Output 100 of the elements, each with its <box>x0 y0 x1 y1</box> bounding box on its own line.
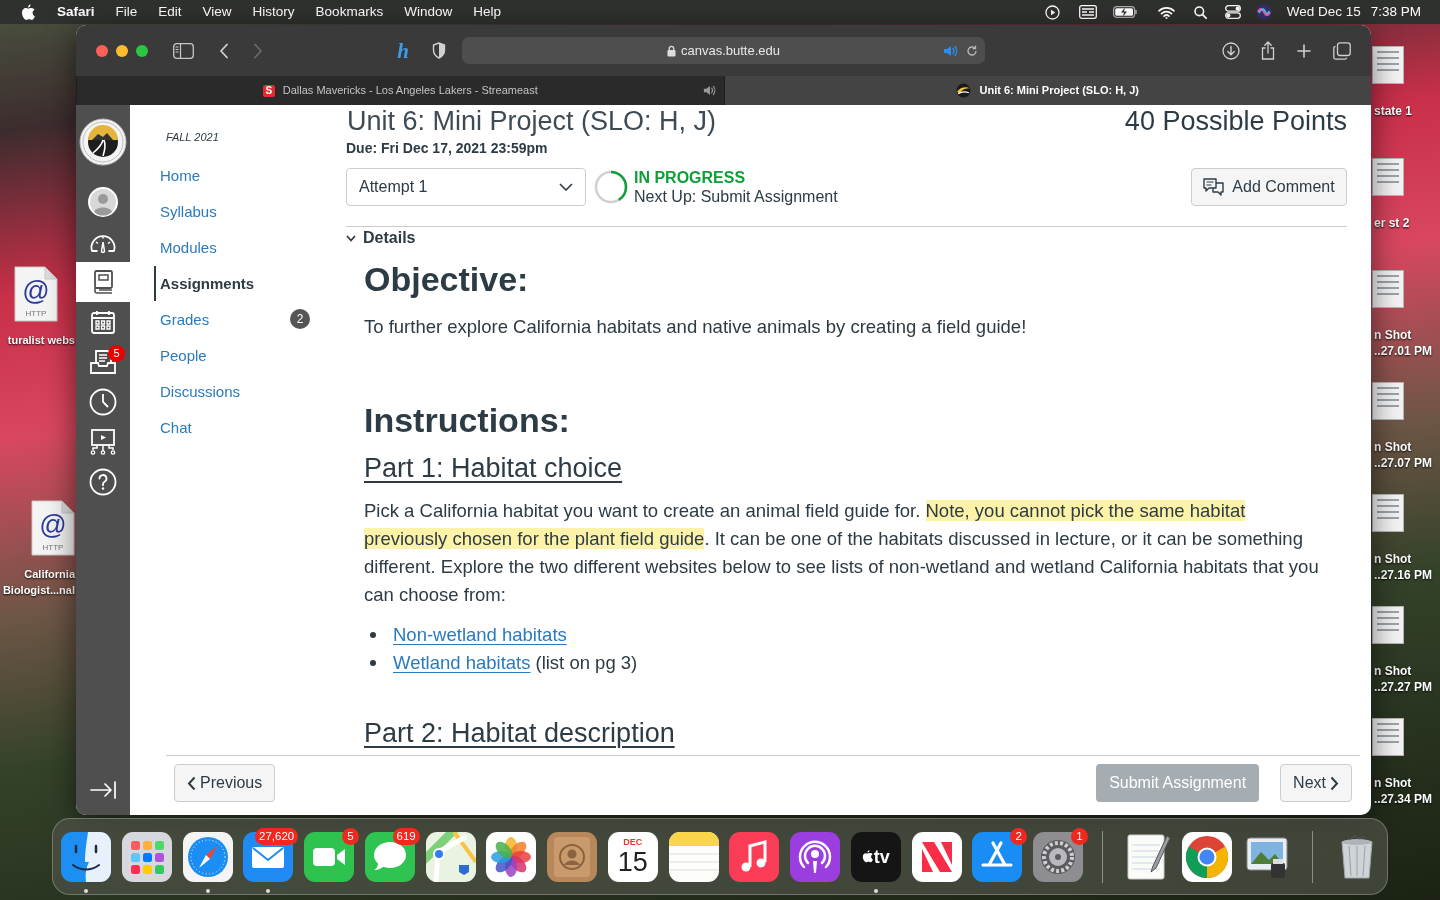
due-date: Due: Fri Dec 17, 2021 23:59pm <box>346 140 548 156</box>
wifi-icon[interactable] <box>1157 5 1175 19</box>
text-window-icon[interactable] <box>1078 5 1097 19</box>
speaker-icon[interactable] <box>702 85 716 96</box>
menu-item[interactable]: Bookmarks <box>315 0 384 24</box>
app-store-icon[interactable] <box>972 831 1023 882</box>
menu-item[interactable]: Help <box>473 0 501 24</box>
course-nav-link[interactable]: Syllabus <box>154 193 217 229</box>
subsection-heading: Part 2: Habitat description <box>364 717 675 750</box>
bullet-icon <box>370 632 376 638</box>
chevron-left-icon <box>187 775 196 791</box>
notepad-icon[interactable] <box>668 831 719 882</box>
link[interactable]: Wetland habitats <box>393 649 531 677</box>
screenshot-thumbnail[interactable] <box>1372 270 1404 308</box>
app-name-menu[interactable]: Safari <box>57 0 95 24</box>
at-symbol-label: @ <box>22 276 50 306</box>
link[interactable]: Non-wetland habitats <box>393 621 567 649</box>
chevron-right-icon <box>1330 775 1339 791</box>
file-name-label: state 1 <box>1374 103 1413 119</box>
previous-button[interactable]: Previous <box>174 764 276 802</box>
browser-tab[interactable]: Unit 6: Mini Project (SLO: H, J) <box>723 76 1371 105</box>
next-button[interactable]: Next <box>1280 764 1352 802</box>
course-nav-link[interactable]: Home <box>154 157 200 193</box>
menu-item[interactable]: Edit <box>158 0 182 24</box>
back-icon[interactable] <box>219 42 229 59</box>
extension-button[interactable]: h <box>395 39 411 62</box>
screenshot-thumbnail[interactable] <box>1372 158 1404 196</box>
month-label: DEC <box>623 836 643 847</box>
control-center-icon[interactable] <box>1224 5 1241 19</box>
tab-overview-icon[interactable] <box>1333 41 1351 60</box>
app-grid-icon[interactable] <box>121 831 172 882</box>
podcast-icon[interactable] <box>790 831 840 882</box>
browser-logo-icon[interactable] <box>1182 831 1233 882</box>
course-nav-link[interactable]: Discussions <box>154 373 241 409</box>
close-button[interactable] <box>96 44 108 57</box>
share-icon[interactable] <box>1261 41 1275 60</box>
swoosh-logo-icon <box>956 83 972 98</box>
menu-item[interactable]: View <box>202 0 232 24</box>
menu-item[interactable]: File <box>115 0 138 24</box>
flower-icon[interactable] <box>486 831 537 882</box>
file-name-label: California <box>24 567 75 582</box>
new-tab-icon[interactable] <box>1297 43 1311 58</box>
shield-icon[interactable] <box>432 42 446 59</box>
seal-logo-icon[interactable] <box>79 118 127 166</box>
count-badge: 2 <box>290 309 310 329</box>
compass-icon[interactable] <box>182 831 233 882</box>
section-heading: Instructions: <box>364 400 570 441</box>
document-icon[interactable] <box>31 500 75 556</box>
global-nav-item[interactable]: 5 <box>76 342 130 382</box>
battery-charging-icon[interactable] <box>1112 6 1138 18</box>
screenshot-thumbnail[interactable] <box>1372 494 1404 532</box>
sidebar-icon[interactable] <box>173 42 194 59</box>
course-nav-link[interactable]: Modules <box>154 229 217 265</box>
course-nav-link[interactable]: Chat <box>154 409 192 445</box>
apple-logo-icon[interactable] <box>21 3 35 21</box>
paragraph: To further explore California habitats and native animals by creating a field guide! <box>364 315 1027 339</box>
music-note-icon[interactable] <box>729 831 780 882</box>
global-nav-item[interactable] <box>76 262 130 302</box>
speech-bubble-icon[interactable] <box>364 831 415 882</box>
tv-app-tile[interactable]: tv <box>850 831 901 882</box>
menu-item[interactable]: History <box>252 0 295 24</box>
details-toggle[interactable]: Details <box>346 229 416 247</box>
map-icon[interactable] <box>425 831 476 882</box>
file-type-label: HTTP <box>25 309 47 318</box>
help-icon <box>89 468 117 496</box>
screenshot-thumbnail[interactable] <box>1372 46 1404 84</box>
screenshot-thumbnail[interactable] <box>1372 382 1404 420</box>
play-circle-icon[interactable] <box>1044 4 1060 20</box>
address-book-icon[interactable] <box>547 831 597 882</box>
download-icon[interactable] <box>1222 41 1240 60</box>
document-icon[interactable] <box>14 266 58 322</box>
search-icon[interactable] <box>1193 5 1207 19</box>
course-nav-link[interactable]: People <box>154 337 207 373</box>
file-name-label: Biologist...nal <box>2 583 75 598</box>
menu-item[interactable]: Window <box>404 0 453 24</box>
siri-orb-icon[interactable] <box>1255 4 1272 20</box>
book-icon <box>91 269 115 295</box>
gear-icon[interactable] <box>1033 831 1083 882</box>
course-nav-link[interactable]: Grades <box>154 301 210 337</box>
two-tone-face-icon[interactable] <box>61 831 111 882</box>
course-nav-link[interactable]: Assignments <box>154 265 255 301</box>
minimize-button[interactable] <box>116 44 128 57</box>
news-icon[interactable] <box>911 831 962 882</box>
file-name-label: ..27.01 PM <box>1374 343 1433 359</box>
calendar-icon <box>90 309 116 335</box>
zoom-button[interactable] <box>136 44 148 57</box>
clock-icon <box>89 388 117 416</box>
menu-bar-date: Wed Dec 15 <box>1286 3 1361 21</box>
file-name-label: ..27.16 PM <box>1374 567 1433 583</box>
calendar-tile[interactable]: DEC 15 <box>607 831 658 882</box>
attempt-select[interactable]: Attempt 1 <box>346 168 586 206</box>
screenshot-thumbnail[interactable] <box>1372 606 1404 644</box>
video-camera-icon[interactable] <box>304 831 354 882</box>
collapse-nav-icon[interactable] <box>89 780 117 800</box>
screenshot-thumbnail[interactable] <box>1372 718 1404 756</box>
day-label: 15 <box>617 846 648 877</box>
add-comment-button[interactable]: Add Comment <box>1191 168 1347 206</box>
chevron-down-icon <box>559 183 573 191</box>
address-bar[interactable]: canvas.butte.edu <box>462 37 985 64</box>
reload-icon[interactable] <box>966 44 978 57</box>
